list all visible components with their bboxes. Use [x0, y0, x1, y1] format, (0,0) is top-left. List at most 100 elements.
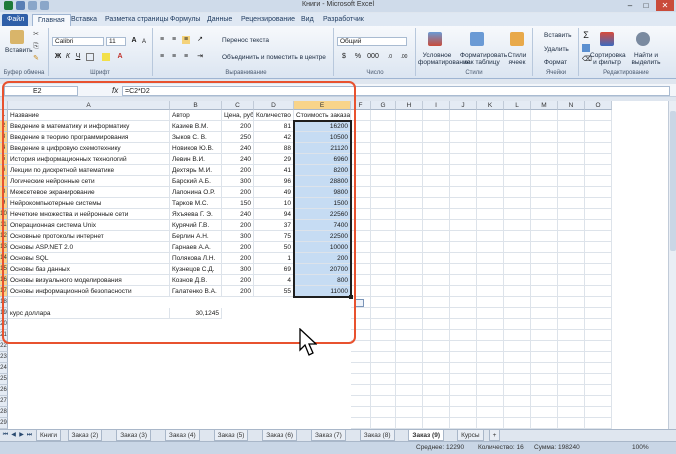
row-header[interactable]: 3 — [0, 132, 8, 143]
empty-cell[interactable] — [585, 374, 612, 385]
conditional-formatting-icon[interactable] — [428, 32, 442, 46]
table-cell[interactable]: 9800 — [294, 187, 351, 198]
vertical-scrollbar[interactable] — [668, 101, 676, 429]
row-header[interactable]: 24 — [0, 363, 8, 374]
copy-icon[interactable]: ⎘ — [32, 43, 40, 51]
table-cell[interactable]: 81 — [254, 121, 294, 132]
empty-cell[interactable] — [450, 176, 477, 187]
bold-button[interactable]: Ж — [54, 53, 62, 61]
empty-cell[interactable] — [477, 132, 504, 143]
empty-cell[interactable] — [396, 286, 423, 297]
empty-cell[interactable] — [531, 220, 558, 231]
tab-home[interactable]: Главная — [32, 14, 71, 26]
empty-cell[interactable] — [423, 286, 450, 297]
table-cell[interactable]: 200 — [222, 165, 254, 176]
empty-cell[interactable] — [504, 374, 531, 385]
empty-cell[interactable] — [504, 418, 531, 429]
empty-cell[interactable] — [396, 330, 423, 341]
empty-cell[interactable] — [585, 363, 612, 374]
autofill-options-icon[interactable] — [355, 299, 364, 307]
empty-cell[interactable] — [558, 308, 585, 319]
empty-cell[interactable] — [396, 407, 423, 418]
table-cell[interactable]: 10 — [254, 198, 294, 209]
format-cells-button[interactable]: Формат — [544, 59, 567, 66]
empty-cell[interactable] — [396, 242, 423, 253]
empty-cell[interactable] — [423, 209, 450, 220]
empty-cell[interactable] — [531, 264, 558, 275]
font-size-select[interactable]: 11 — [106, 37, 126, 46]
row-header[interactable]: 4 — [0, 143, 8, 154]
column-header-h[interactable]: H — [396, 101, 423, 110]
align-bottom-icon[interactable]: ≡ — [182, 36, 190, 44]
shrink-font-icon[interactable]: A — [140, 38, 148, 46]
table-cell[interactable]: 69 — [254, 264, 294, 275]
empty-cell[interactable] — [504, 242, 531, 253]
empty-cell[interactable] — [371, 242, 396, 253]
empty-cell[interactable] — [531, 231, 558, 242]
empty-cell[interactable] — [396, 341, 423, 352]
empty-cell[interactable] — [477, 209, 504, 220]
empty-cell[interactable] — [477, 330, 504, 341]
empty-cell[interactable] — [477, 176, 504, 187]
empty-cell[interactable] — [558, 132, 585, 143]
empty-cell[interactable] — [585, 407, 612, 418]
empty-cell[interactable] — [371, 363, 396, 374]
delete-cells-button[interactable]: Удалить — [544, 46, 569, 53]
table-cell[interactable]: Гарнаев А.А. — [170, 242, 222, 253]
table-cell[interactable]: Нечеткие множества и нейронные сети — [8, 209, 170, 220]
table-cell[interactable]: 10000 — [294, 242, 351, 253]
empty-cell[interactable] — [504, 396, 531, 407]
empty-cell[interactable] — [396, 143, 423, 154]
insert-cells-button[interactable]: Вставить — [544, 32, 572, 39]
empty-cell[interactable] — [504, 330, 531, 341]
empty-cell[interactable] — [450, 154, 477, 165]
fill-icon[interactable] — [582, 44, 590, 52]
empty-cell[interactable] — [351, 110, 371, 121]
empty-cell[interactable] — [504, 132, 531, 143]
empty-cell[interactable] — [558, 286, 585, 297]
empty-cell[interactable] — [450, 209, 477, 220]
empty-cell[interactable] — [423, 165, 450, 176]
empty-cell[interactable] — [477, 264, 504, 275]
format-as-table-button[interactable]: Форматировать как таблицу — [460, 52, 507, 66]
row-header[interactable]: 29 — [0, 418, 8, 429]
number-format-select[interactable]: Общий — [337, 37, 407, 46]
table-cell[interactable]: Кузнецов С.Д. — [170, 264, 222, 275]
empty-cell[interactable] — [531, 110, 558, 121]
empty-cell[interactable] — [477, 418, 504, 429]
row-header[interactable]: 2 — [0, 121, 8, 132]
empty-cell[interactable] — [351, 275, 371, 286]
empty-cell[interactable] — [351, 352, 371, 363]
empty-cell[interactable] — [477, 275, 504, 286]
sheet-tab[interactable]: Заказ (8) — [359, 430, 395, 441]
table-cell[interactable]: Основы ASP.NET 2.0 — [8, 242, 170, 253]
table-cell[interactable]: 240 — [222, 143, 254, 154]
table-cell[interactable]: 300 — [222, 264, 254, 275]
empty-cell[interactable] — [371, 330, 396, 341]
row-header[interactable]: 11 — [0, 220, 8, 231]
table-cell[interactable]: 88 — [254, 143, 294, 154]
empty-cell[interactable] — [450, 330, 477, 341]
cell-styles-icon[interactable] — [510, 32, 524, 46]
row-header[interactable]: 26 — [0, 385, 8, 396]
sort-filter-button[interactable]: Сортировка и фильтр — [590, 52, 626, 66]
table-cell[interactable]: 6960 — [294, 154, 351, 165]
tab-view[interactable]: Вид — [296, 14, 319, 26]
empty-cell[interactable] — [531, 275, 558, 286]
empty-cell[interactable] — [351, 330, 371, 341]
sheet-tab[interactable]: Курсы — [457, 430, 484, 441]
empty-cell[interactable] — [423, 264, 450, 275]
empty-cell[interactable] — [423, 407, 450, 418]
row-header[interactable]: 18 — [0, 297, 8, 308]
empty-cell[interactable] — [396, 209, 423, 220]
empty-cell[interactable] — [351, 363, 371, 374]
empty-cell[interactable] — [423, 385, 450, 396]
empty-cell[interactable] — [450, 253, 477, 264]
table-cell[interactable]: 20700 — [294, 264, 351, 275]
empty-cell[interactable] — [450, 396, 477, 407]
empty-cell[interactable] — [531, 407, 558, 418]
empty-cell[interactable] — [423, 198, 450, 209]
empty-cell[interactable] — [423, 374, 450, 385]
empty-cell[interactable] — [351, 341, 371, 352]
empty-cell[interactable] — [558, 330, 585, 341]
